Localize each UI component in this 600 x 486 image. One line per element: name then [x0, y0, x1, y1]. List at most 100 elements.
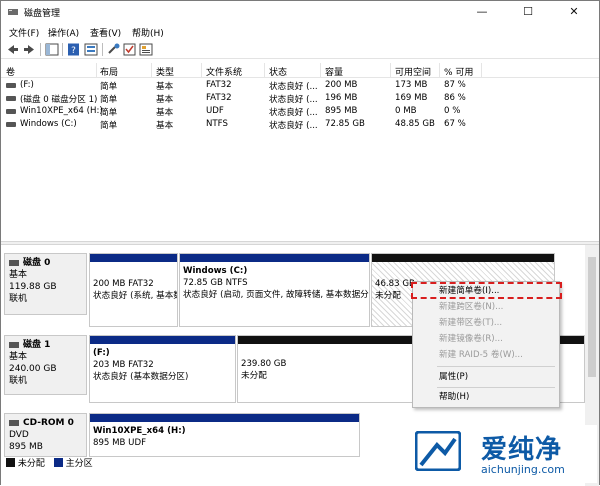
volume-filesystem: NTFS	[206, 119, 228, 129]
aichunjing-logo-icon	[415, 431, 461, 471]
svg-text:?: ?	[71, 46, 76, 56]
volume-layout: 简单	[100, 121, 118, 131]
disk-name: 磁盘 0	[23, 258, 51, 268]
volume-capacity: 72.85 GB	[325, 119, 365, 129]
disk-icon	[9, 259, 19, 266]
toolbar-separator	[102, 43, 103, 56]
console-tree-icon[interactable]	[45, 43, 59, 56]
legend-primary-swatch	[53, 458, 63, 467]
primary-partition-bar	[90, 254, 177, 262]
partition-size: 895 MB UDF	[93, 438, 147, 448]
volume-row[interactable]: (F:) 简单 基本 FAT32 状态良好 (... 200 MB 173 MB…	[1, 79, 599, 92]
column-separator[interactable]	[390, 63, 391, 77]
volume-type: 基本	[156, 95, 174, 105]
column-header-free-space[interactable]: 可用空间	[395, 65, 431, 78]
partition-size: 72.85 GB NTFS	[183, 278, 248, 288]
disk-0-info[interactable]: 磁盘 0 基本 119.88 GB 联机	[4, 253, 87, 315]
column-header-status[interactable]: 状态	[269, 65, 287, 78]
volume-layout: 简单	[100, 82, 118, 92]
column-separator[interactable]	[96, 63, 97, 77]
partition-f[interactable]: (F:) 203 MB FAT32 状态良好 (基本数据分区)	[89, 335, 236, 403]
menu-new-raid5-volume[interactable]: 新建 RAID-5 卷(W)...	[413, 348, 559, 363]
minimize-button[interactable]: —	[459, 1, 505, 23]
partition-size: 200 MB FAT32	[93, 279, 154, 289]
partition-efi[interactable]: 200 MB FAT32 状态良好 (系统, 基本数	[89, 253, 178, 327]
menu-separator	[437, 387, 555, 388]
window-title: 磁盘管理	[24, 9, 61, 19]
column-header-filesystem[interactable]: 文件系统	[206, 65, 242, 78]
toolbar-separator	[62, 43, 63, 56]
cdrom-0-info[interactable]: CD-ROM 0 DVD 895 MB	[4, 413, 87, 457]
volume-capacity: 200 MB	[325, 80, 358, 90]
disk-status: 联机	[9, 294, 28, 304]
column-separator[interactable]	[439, 63, 440, 77]
properties-icon[interactable]	[84, 43, 98, 56]
volume-free-space: 48.85 GB	[395, 119, 435, 129]
maximize-button[interactable]: ☐	[505, 1, 551, 23]
help-icon[interactable]: ?	[67, 43, 81, 56]
close-button[interactable]: ✕	[551, 1, 597, 23]
disk-size: 895 MB	[9, 442, 43, 452]
menu-new-striped-volume[interactable]: 新建带区卷(T)...	[413, 316, 559, 331]
drive-icon	[6, 122, 16, 127]
volume-free-space: 169 MB	[395, 93, 428, 103]
column-header-type[interactable]: 类型	[156, 65, 174, 78]
toolbar-separator	[40, 43, 41, 56]
forward-arrow-icon[interactable]	[22, 43, 36, 56]
menu-new-spanned-volume[interactable]: 新建跨区卷(N)...	[413, 300, 559, 315]
volume-layout: 简单	[100, 95, 118, 105]
column-separator[interactable]	[481, 63, 482, 77]
disk-size: 119.88 GB	[9, 282, 57, 292]
volume-name: (磁盘 0 磁盘分区 1)	[20, 95, 98, 105]
column-header-volume[interactable]: 卷	[6, 65, 15, 78]
partition-win10xpe-h[interactable]: Win10XPE_x64 (H:) 895 MB UDF	[89, 413, 360, 457]
menu-file[interactable]: 文件(F)	[9, 26, 39, 39]
menu-help[interactable]: 帮助(H)	[413, 390, 559, 405]
volume-list-header: 卷 布局 类型 文件系统 状态 容量 可用空间 % 可用	[1, 63, 599, 78]
partition-status: 状态良好 (系统, 基本数	[93, 291, 177, 301]
volume-percent-free: 86 %	[444, 93, 466, 103]
back-arrow-icon[interactable]	[6, 43, 20, 56]
watermark: 爱纯净 aichunjing.com	[409, 425, 597, 483]
primary-partition-bar	[90, 336, 235, 344]
volume-filesystem: UDF	[206, 106, 224, 116]
title-bar: 磁盘管理 — ☐ ✕	[1, 1, 599, 23]
disk-management-window: 磁盘管理 — ☐ ✕ 文件(F) 操作(A) 查看(V) 帮助(H) ? 卷 布…	[0, 0, 600, 486]
column-separator[interactable]	[151, 63, 152, 77]
column-header-capacity[interactable]: 容量	[325, 65, 343, 78]
volume-list: 卷 布局 类型 文件系统 状态 容量 可用空间 % 可用 (F:) 简单 基本 …	[1, 63, 599, 241]
menu-properties[interactable]: 属性(P)	[413, 370, 559, 385]
partition-status: 状态良好 (基本数据分区)	[93, 372, 189, 382]
volume-row[interactable]: Windows (C:) 简单 基本 NTFS 状态良好 (... 72.85 …	[1, 118, 599, 131]
disk-size: 240.00 GB	[9, 364, 57, 374]
column-header-layout[interactable]: 布局	[100, 65, 118, 78]
partition-status: 状态良好 (启动, 页面文件, 故障转储, 基本数据分	[183, 290, 369, 300]
partition-windows-c[interactable]: Windows (C:) 72.85 GB NTFS 状态良好 (启动, 页面文…	[179, 253, 370, 327]
column-header-percent-free[interactable]: % 可用	[444, 65, 473, 78]
menu-action[interactable]: 操作(A)	[48, 26, 79, 39]
disk-icon	[9, 341, 19, 348]
disk-1-info[interactable]: 磁盘 1 基本 240.00 GB 联机	[4, 335, 87, 395]
scrollbar-thumb[interactable]	[588, 257, 596, 377]
legend: 未分配 主分区	[6, 456, 99, 469]
volume-name: (F:)	[20, 80, 34, 90]
partition-label: (F:)	[93, 348, 110, 358]
menu-view[interactable]: 查看(V)	[90, 26, 121, 39]
legend-unallocated-swatch	[6, 458, 15, 467]
watermark-url: aichunjing.com	[481, 463, 565, 476]
volume-row[interactable]: (磁盘 0 磁盘分区 1) 简单 基本 FAT32 状态良好 (... 196 …	[1, 92, 599, 105]
volume-free-space: 173 MB	[395, 80, 428, 90]
menu-help[interactable]: 帮助(H)	[132, 26, 164, 39]
column-separator[interactable]	[320, 63, 321, 77]
menu-new-mirrored-volume[interactable]: 新建镜像卷(R)...	[413, 332, 559, 347]
disk-type: 基本	[9, 270, 28, 280]
partition-label: Windows (C:)	[183, 266, 248, 276]
settings-panel-icon[interactable]	[139, 43, 153, 56]
primary-partition-bar	[180, 254, 369, 262]
volume-row[interactable]: Win10XPE_x64 (H:) 简单 基本 UDF 状态良好 (... 89…	[1, 105, 599, 118]
primary-partition-bar	[90, 414, 359, 422]
column-separator[interactable]	[201, 63, 202, 77]
connect-icon[interactable]	[107, 43, 121, 56]
column-separator[interactable]	[264, 63, 265, 77]
checklist-icon[interactable]	[123, 43, 137, 56]
